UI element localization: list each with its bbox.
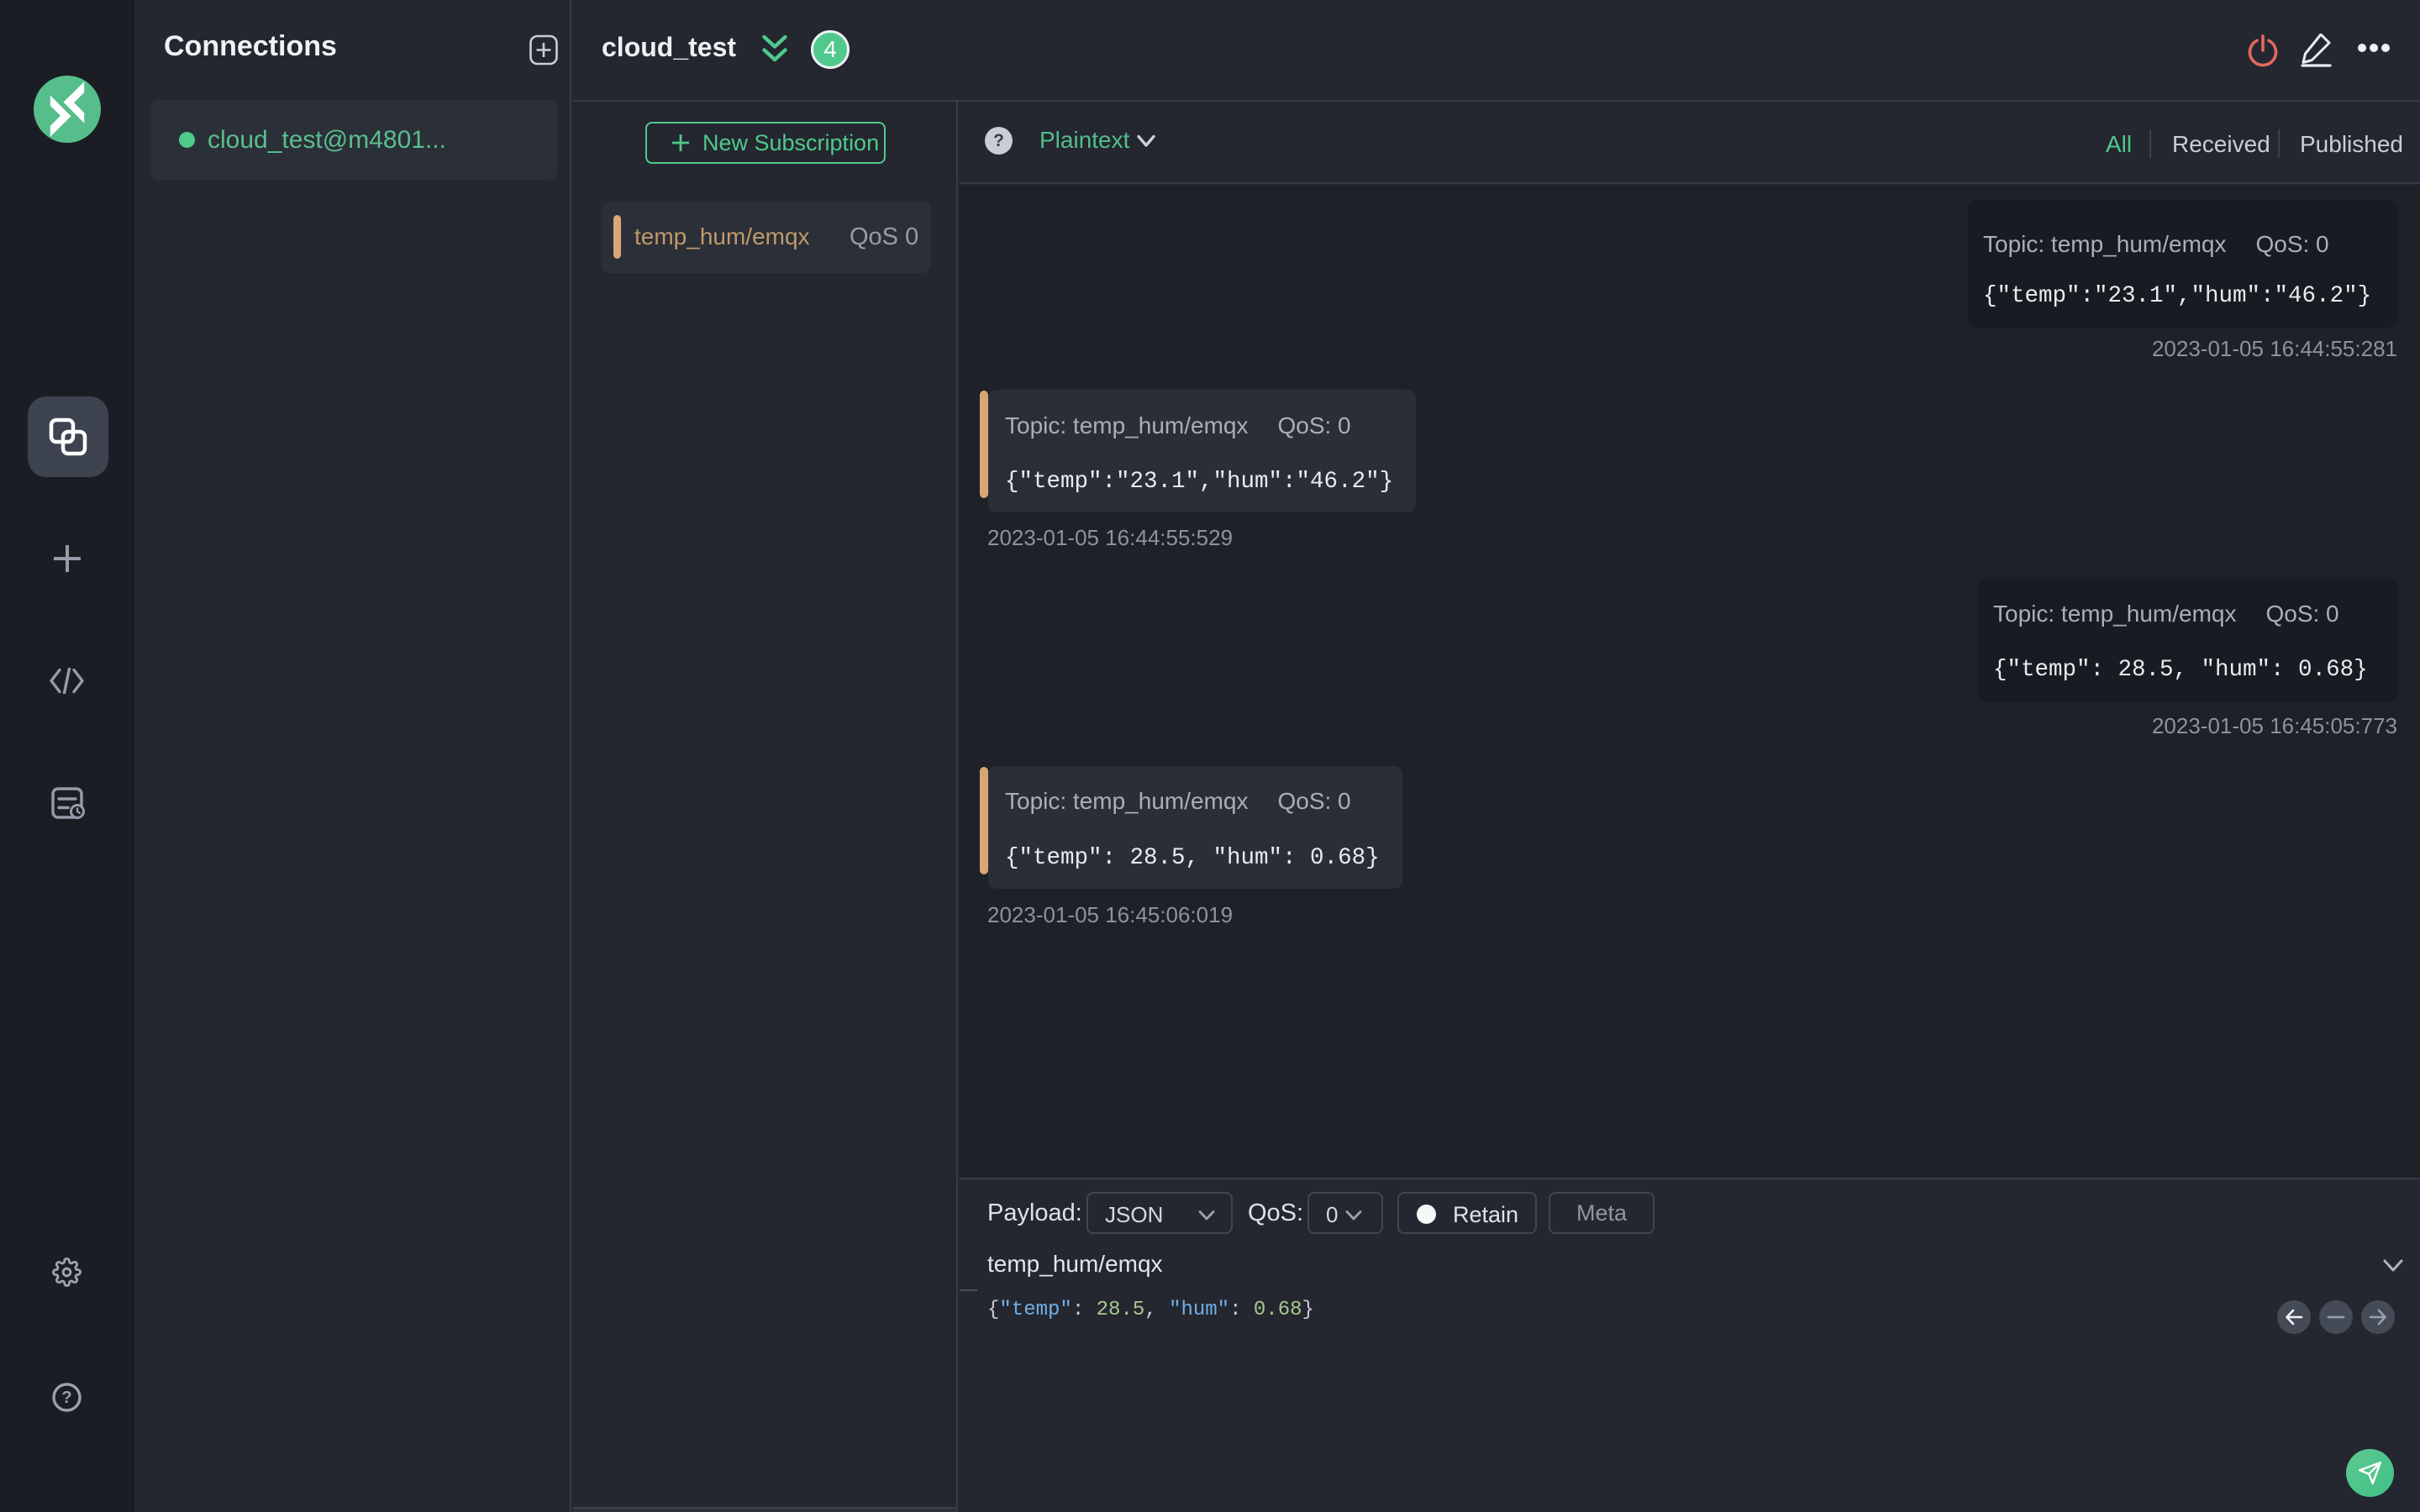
- svg-text:?: ?: [61, 1389, 71, 1407]
